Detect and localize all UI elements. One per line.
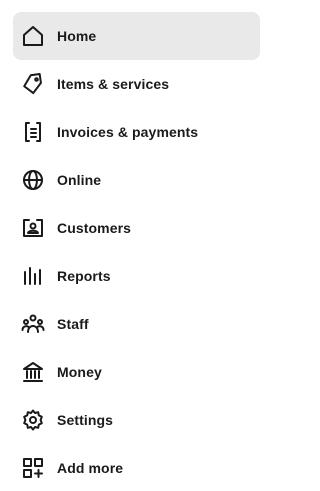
sidebar-item-customers[interactable]: Customers <box>13 204 260 252</box>
sidebar-item-reports[interactable]: Reports <box>13 252 260 300</box>
sidebar-item-label: Add more <box>57 460 124 476</box>
invoice-icon <box>21 120 45 144</box>
bank-icon <box>21 360 45 384</box>
sidebar-item-invoices-payments[interactable]: Invoices & payments <box>13 108 260 156</box>
sidebar-item-settings[interactable]: Settings <box>13 396 260 444</box>
sidebar-item-label: Staff <box>57 316 89 332</box>
people-icon <box>21 312 45 336</box>
bar-chart-icon <box>21 264 45 288</box>
sidebar-item-add-more[interactable]: Add more <box>13 444 260 491</box>
sidebar-item-money[interactable]: Money <box>13 348 260 396</box>
sidebar-item-label: Invoices & payments <box>57 124 199 140</box>
sidebar-item-online[interactable]: Online <box>13 156 260 204</box>
customer-card-icon <box>21 216 45 240</box>
sidebar-item-label: Settings <box>57 412 114 428</box>
nav-list: Home Items & services Invoices & payment… <box>0 12 268 491</box>
globe-icon <box>21 168 45 192</box>
sidebar-item-label: Items & services <box>57 76 170 92</box>
sidebar-item-label: Customers <box>57 220 132 236</box>
sidebar-item-staff[interactable]: Staff <box>13 300 260 348</box>
apps-add-icon <box>21 456 45 480</box>
gear-icon <box>21 408 45 432</box>
sidebar-item-label: Reports <box>57 268 111 284</box>
sidebar-item-label: Money <box>57 364 102 380</box>
sidebar-item-items-services[interactable]: Items & services <box>13 60 260 108</box>
tag-icon <box>21 72 45 96</box>
sidebar-item-label: Home <box>57 28 97 44</box>
sidebar-nav: Home Items & services Invoices & payment… <box>0 0 268 491</box>
sidebar-item-home[interactable]: Home <box>13 12 260 60</box>
sidebar-item-label: Online <box>57 172 102 188</box>
home-icon <box>21 24 45 48</box>
